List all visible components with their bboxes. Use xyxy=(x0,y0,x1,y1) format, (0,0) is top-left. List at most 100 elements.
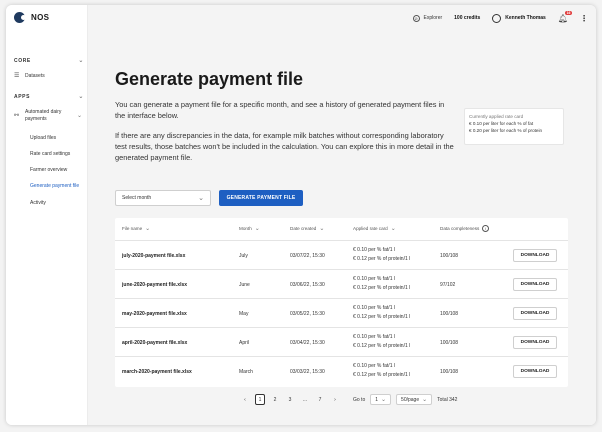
payment-files-table: File name ⌄ Month ⌄ Date created ⌄ Appli… xyxy=(115,218,568,387)
page-title: Generate payment file xyxy=(115,69,304,89)
month: July xyxy=(239,253,248,259)
chevron-down-icon: ⌄ xyxy=(78,58,84,64)
sidebar-item-activity[interactable]: Activity xyxy=(30,200,46,206)
notifications-button[interactable]: 🔔︎ 16 xyxy=(558,10,572,23)
user-name: Kenneth Thomas xyxy=(505,15,546,21)
sort-chevron-icon: ⌄ xyxy=(319,226,325,232)
compass-icon: ⊘ xyxy=(412,14,420,22)
goto-label: Go to xyxy=(353,396,366,403)
page-size-value: 50/page xyxy=(401,396,420,403)
previous-page-icon[interactable]: ‹ xyxy=(240,394,250,405)
credits-count: 100 credits xyxy=(454,15,481,21)
rate-fat: € 0.10 per % fat/1 l xyxy=(353,247,395,253)
date-created: 03/03/22, 15:30 xyxy=(290,369,325,375)
sidebar-section-label: APPS xyxy=(14,93,31,100)
rate-card-fat-line: € 0.10 per liter for each % of fat xyxy=(469,121,534,126)
chevron-down-icon: ⌄ xyxy=(381,397,387,403)
file-name[interactable]: april-2020-payment file.xlsx xyxy=(122,340,187,346)
date-created: 03/06/22, 15:30 xyxy=(290,282,325,288)
sort-chevron-icon: ⌄ xyxy=(390,226,396,232)
sidebar-item-datasets[interactable]: ☰ Datasets xyxy=(14,72,84,80)
pagination: ‹ 1 2 3 ... 7 › Go to 1 ⌄ 50/page ⌄ Tota… xyxy=(240,394,457,405)
month: March xyxy=(239,369,253,375)
file-name[interactable]: may-2020-payment file.xlsx xyxy=(122,311,187,317)
applied-rate-card: € 0.10 per % fat/1 l € 0.12 per % of pro… xyxy=(353,275,410,293)
column-header-month[interactable]: Month ⌄ xyxy=(239,225,260,232)
rate-fat: € 0.10 per % fat/1 l xyxy=(353,334,395,340)
next-page-icon[interactable]: › xyxy=(330,394,340,405)
sort-chevron-icon: ⌄ xyxy=(254,226,260,232)
chevron-down-icon: ⌄ xyxy=(422,397,428,403)
flow-icon: ⚯ xyxy=(14,113,20,119)
applied-rate-card: € 0.10 per % fat/1 l € 0.12 per % of pro… xyxy=(353,333,410,351)
header-label: Month xyxy=(239,226,252,231)
rate-fat: € 0.10 per % fat/1 l xyxy=(353,363,395,369)
file-name[interactable]: july-2020-payment file.xlsx xyxy=(122,253,185,259)
select-month-placeholder: Select month xyxy=(122,195,152,201)
table-row: april-2020-payment file.xlsx April 03/04… xyxy=(115,327,568,356)
download-button[interactable]: DOWNLOAD xyxy=(513,307,557,320)
rate-protein: € 0.12 per % of protein/1 l xyxy=(353,343,411,349)
data-completeness: 100/108 xyxy=(440,369,459,375)
page-size-select[interactable]: 50/page ⌄ xyxy=(396,394,433,405)
goto-page-select[interactable]: 1 ⌄ xyxy=(370,394,392,405)
column-header-applied-rate-card[interactable]: Applied rate card ⌄ xyxy=(353,225,396,232)
goto-value: 1 xyxy=(375,396,379,403)
nos-logo-icon xyxy=(14,12,26,23)
rate-protein: € 0.12 per % of protein/1 l xyxy=(353,372,411,378)
file-name[interactable]: march-2020-payment file.xlsx xyxy=(122,369,192,375)
current-rate-card: Currently applied rate card € 0.10 per l… xyxy=(464,108,564,145)
header-label: Applied rate card xyxy=(353,226,388,231)
total-count: Total 342 xyxy=(437,396,458,403)
download-button[interactable]: DOWNLOAD xyxy=(513,365,557,378)
rate-protein: € 0.12 per % of protein/1 l xyxy=(353,314,411,320)
month: April xyxy=(239,340,250,346)
table-row: may-2020-payment file.xlsx May 03/05/22,… xyxy=(115,298,568,327)
page-ellipsis[interactable]: ... xyxy=(300,394,310,405)
download-button[interactable]: DOWNLOAD xyxy=(513,278,557,291)
chevron-down-icon: ⌄ xyxy=(198,195,204,202)
sidebar: NOS CORE ⌄ ☰ Datasets APPS ⌄ ⚯ Automated… xyxy=(6,5,88,425)
sidebar-section-apps[interactable]: APPS ⌄ xyxy=(14,93,84,101)
app-window: NOS CORE ⌄ ☰ Datasets APPS ⌄ ⚯ Automated… xyxy=(6,5,596,425)
sidebar-item-farmer-overview[interactable]: Farmer overview xyxy=(30,167,67,173)
header-label: Data completeness xyxy=(440,226,480,231)
sidebar-section-label: CORE xyxy=(14,57,31,64)
column-header-data-completeness[interactable]: Data completeness i xyxy=(440,225,490,232)
info-icon[interactable]: i xyxy=(482,225,490,232)
page-3[interactable]: 3 xyxy=(285,394,295,405)
column-header-file-name[interactable]: File name ⌄ xyxy=(122,225,150,232)
date-created: 03/05/22, 15:30 xyxy=(290,311,325,317)
rate-protein: € 0.12 per % of protein/1 l xyxy=(353,256,411,262)
download-button[interactable]: DOWNLOAD xyxy=(513,336,557,349)
column-header-date-created[interactable]: Date created ⌄ xyxy=(290,225,324,232)
date-created: 03/04/22, 15:30 xyxy=(290,340,325,346)
user-menu[interactable]: Kenneth Thomas xyxy=(492,13,546,23)
sidebar-item-automated-dairy-payments[interactable]: ⚯ Automated dairy payments ⌄ xyxy=(14,109,84,123)
rate-fat: € 0.10 per % fat/1 l xyxy=(353,276,395,282)
page-description-1: You can generate a payment file for a sp… xyxy=(115,100,445,120)
page-2[interactable]: 2 xyxy=(270,394,280,405)
sidebar-item-rate-card-settings[interactable]: Rate card settings xyxy=(30,151,70,157)
download-button[interactable]: DOWNLOAD xyxy=(513,249,557,262)
select-month-dropdown[interactable]: Select month ⌄ xyxy=(115,190,211,206)
top-bar: ⊘ Explorer 100 credits Kenneth Thomas 🔔︎… xyxy=(88,5,596,31)
month: June xyxy=(239,282,250,288)
page-1[interactable]: 1 xyxy=(255,394,265,405)
sidebar-item-label: Automated dairy payments xyxy=(25,109,62,122)
page-7[interactable]: 7 xyxy=(315,394,325,405)
file-name[interactable]: june-2020-payment file.xlsx xyxy=(122,282,187,288)
table-row: june-2020-payment file.xlsx June 03/06/2… xyxy=(115,269,568,298)
sidebar-item-generate-payment-file[interactable]: Generate payment file xyxy=(30,183,79,189)
app-logo[interactable]: NOS xyxy=(14,12,49,23)
user-avatar-icon xyxy=(492,13,502,23)
sidebar-section-core[interactable]: CORE ⌄ xyxy=(14,57,84,65)
table-row: march-2020-payment file.xlsx March 03/03… xyxy=(115,356,568,385)
explorer-link[interactable]: ⊘ Explorer xyxy=(412,14,442,22)
month: May xyxy=(239,311,249,317)
sidebar-item-upload-files[interactable]: Upload files xyxy=(30,135,56,141)
generate-payment-file-button[interactable]: GENERATE PAYMENT FILE xyxy=(219,190,303,206)
chevron-down-icon: ⌄ xyxy=(77,113,83,119)
date-created: 03/07/22, 15:30 xyxy=(290,253,325,259)
more-options-icon[interactable]: ⋮ xyxy=(580,14,588,23)
